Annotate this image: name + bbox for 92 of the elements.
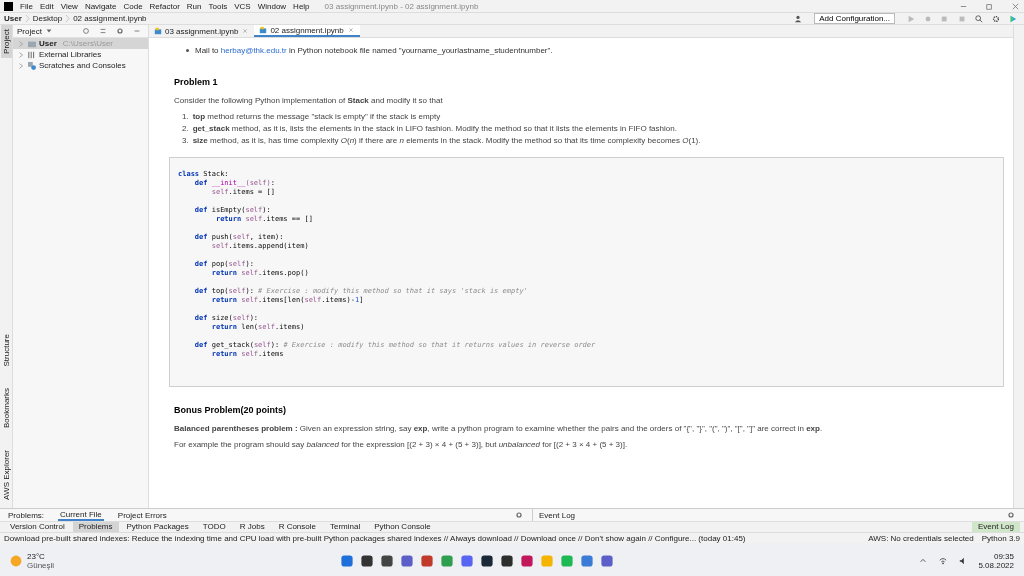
plugin-icon[interactable] [1009,14,1017,23]
chevron-icon [24,15,30,22]
restore-icon[interactable] [985,1,994,11]
menu-item[interactable]: Help [293,1,310,11]
menu-item[interactable]: Edit [39,1,54,11]
breadcrumb[interactable]: User [4,14,22,23]
menu-item[interactable]: Navigate [84,1,117,11]
run-configuration-button[interactable]: Add Configuration... [814,13,895,24]
weather-text[interactable]: Güneşli [27,561,55,570]
code-cell[interactable] [169,157,1004,387]
wifi-icon[interactable] [939,557,948,565]
panel-tab[interactable]: Problems: [6,510,46,520]
breadcrumb[interactable]: Desktop [32,14,63,23]
tool-window-tab[interactable]: R Jobs [233,522,271,532]
dropdown-icon[interactable] [44,27,53,35]
clock-date[interactable]: 5.08.2022 [978,561,1014,570]
taskbar-app-icon[interactable] [380,554,394,568]
status-message[interactable]: Download pre-built shared indexes: Reduce the indexing time and CPU load with pre-built Python packages shared indexes // Always download // Download once // Don't show again // Configure... (today 01:45) [4,533,861,543]
close-icon[interactable] [346,26,355,34]
app-logo-icon [4,1,13,11]
hide-icon[interactable] [133,27,141,35]
menu-item[interactable]: Code [123,1,143,11]
editor-tab[interactable]: 02 assignment.ipynb [254,25,360,37]
chevron-icon [65,15,71,22]
caret-icon[interactable] [919,557,928,565]
stop-icon[interactable] [958,14,966,23]
settings-icon[interactable] [515,511,523,519]
status-item[interactable]: AWS: No credentials selected [868,533,974,543]
tree-item[interactable]: External Libraries [13,49,148,60]
email-link[interactable]: herbay@thk.edu.tr [220,46,287,55]
tool-window-tab[interactable]: Problems [72,522,119,532]
side-tab[interactable]: Project [0,25,12,58]
close-icon[interactable] [1011,1,1020,11]
tool-window-tab[interactable]: Event Log [971,522,1020,532]
list-item: top method returns the message "stack is empty" if the stack is empty [192,112,441,121]
list-number: 1. [182,112,189,121]
list-item: get_stack method, as it is, lists the elements in the stack in LIFO fashion. Modify the method so that it lists the elements in FIFO fashion. [192,124,677,133]
collapse-icon[interactable] [99,27,107,35]
heading: Problem 1 [174,77,219,87]
list-number: 3. [182,136,189,145]
list-number: 2. [182,124,189,133]
tool-window-tab[interactable]: TODO [196,522,232,532]
library-icon [28,50,36,59]
taskbar-app-icon[interactable] [500,554,514,568]
list-item: size method, as it is, has time complexity O(n) if there are n elements in the stack. Modify the method so that its time complexity becomes O(1). [192,136,701,145]
menu-item[interactable]: View [60,1,78,11]
paragraph: Consider the following Python implementation of Stack and modify it so that [174,96,444,105]
editor-tab[interactable]: 03 assignment.ipynb [149,25,255,37]
bullet-text: Mail to herbay@thk.edu.tr in Python notebook file named "yourname_yourlastname_studentnumber". [195,46,553,55]
panel-title[interactable]: Project [17,26,42,36]
run-icon[interactable] [907,14,915,23]
heading: Bonus Problem(20 points) [174,405,287,415]
taskbar-app-icon[interactable] [480,554,494,568]
side-tab[interactable]: Structure [0,329,12,371]
breadcrumb[interactable]: 02 assignment.ipynb [73,14,147,23]
menu-item[interactable]: Refactor [149,1,180,11]
clock-time[interactable]: 09:35 [993,552,1014,561]
target-icon[interactable] [82,27,90,35]
panel-title: Event Log [539,510,576,520]
sun-icon[interactable] [10,555,22,567]
temperature[interactable]: 23°C [27,552,55,561]
user-icon[interactable] [794,14,803,23]
paragraph: For example the program should say balanced for the expression [(2 + 3) × 4 + (5 + 3)], but unbalanced for [(2 + 3 × 4 + (5 + 3)]. [174,440,629,449]
window-title: 03 assignment.ipynb - 02 assignment.ipynb [324,1,480,11]
panel-tab[interactable]: Project Errors [115,510,169,520]
tree-item[interactable]: Scratches and Consoles [13,60,148,71]
status-item[interactable]: Python 3.9 [981,533,1020,543]
menu-item[interactable]: Window [257,1,287,11]
side-tab[interactable]: Bookmarks [0,384,12,433]
tool-window-tab[interactable]: Python Packages [120,522,195,532]
close-icon[interactable] [241,27,250,35]
tool-window-tab[interactable]: Version Control [4,522,71,532]
bullet-icon [186,49,189,52]
paragraph: Balanced parentheses problem : Given an expression string, say exp, write a python program to examine whether the pairs and the orders of "{", "}", "(", ")", "[", "]" are correct in exp. [174,424,824,433]
menu-item[interactable]: VCS [234,1,251,11]
settings-icon[interactable] [992,14,1000,23]
notebook-file-icon [259,26,268,34]
settings-icon[interactable] [116,27,124,35]
tool-window-tab[interactable]: Python Console [368,522,437,532]
side-tab[interactable]: AWS Explorer [0,446,12,504]
notebook-file-icon [154,27,162,35]
search-icon[interactable] [975,14,983,23]
menu-item[interactable]: Tools [208,1,228,11]
panel-tab[interactable]: Current File [58,509,104,521]
scratch-icon [28,61,36,70]
menu-item[interactable]: File [20,1,33,11]
tool-window-tab[interactable]: Terminal [324,522,367,532]
tool-window-tab[interactable]: R Console [272,522,322,532]
folder-icon [28,39,36,48]
settings-icon[interactable] [1007,511,1015,519]
menu-item[interactable]: Run [186,1,202,11]
taskbar-app-icon[interactable] [360,554,374,568]
